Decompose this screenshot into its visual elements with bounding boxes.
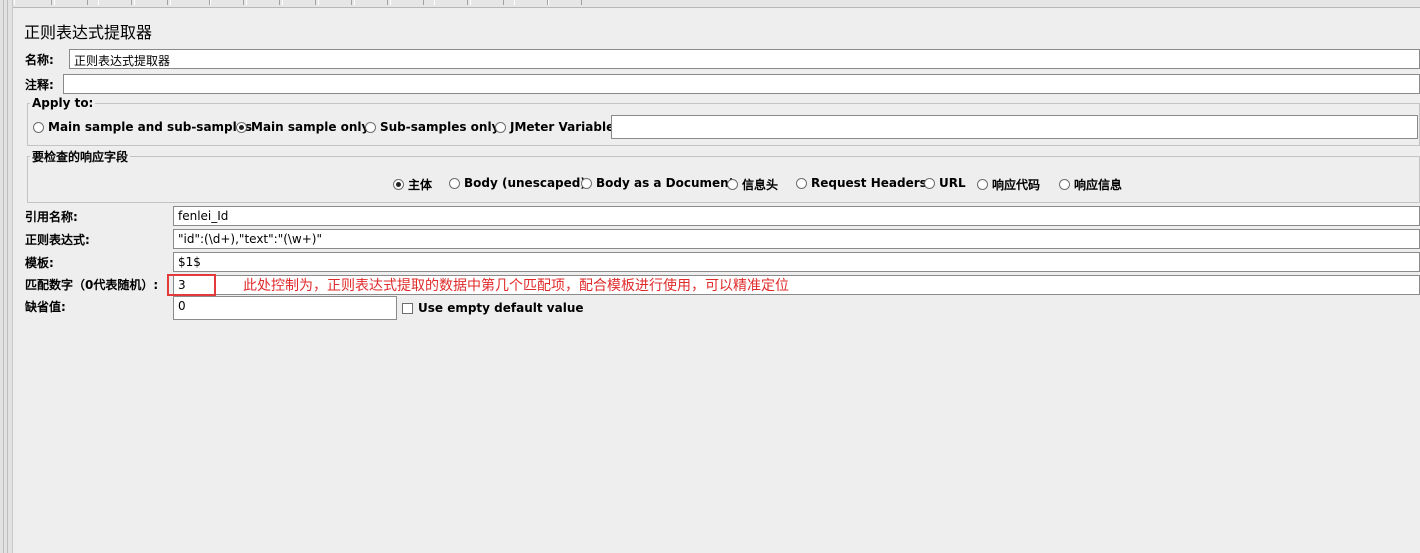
radio-request-headers[interactable]: Request Headers (796, 176, 927, 190)
toolbar-button[interactable] (246, 0, 280, 5)
radio-indicator (495, 121, 506, 133)
radio-indicator (977, 179, 988, 190)
toolbar-button[interactable] (170, 0, 210, 5)
default-value-input[interactable]: 0 (173, 296, 397, 320)
annotation-note: 此处控制为，正则表达式提取的数据中第几个匹配项，配合模板进行使用，可以精准定位 (243, 278, 789, 294)
radio-label: Sub-samples only (380, 120, 500, 134)
radio-headers[interactable]: 信息头 (727, 176, 778, 193)
use-empty-default-checkbox[interactable]: Use empty default value (402, 301, 584, 315)
highlight-box (167, 274, 216, 296)
reference-name-input[interactable]: fenlei_Id (173, 206, 1420, 226)
regex-label: 正则表达式: (25, 233, 90, 247)
radio-label: 主体 (408, 178, 433, 192)
radio-indicator (1059, 179, 1070, 190)
splitter-handle[interactable] (0, 0, 13, 553)
radio-label: Body as a Document (596, 176, 735, 190)
radio-indicator (581, 177, 592, 189)
radio-label: JMeter Variable (510, 120, 615, 134)
toolbar-button[interactable] (54, 0, 88, 5)
toolbar-button[interactable] (318, 0, 352, 5)
reference-name-label: 引用名称: (25, 210, 78, 224)
radio-jmeter-variable[interactable]: JMeter Variable (495, 120, 614, 134)
checkbox-indicator (402, 302, 413, 314)
radio-indicator (449, 177, 460, 189)
toolbar-button[interactable] (282, 0, 316, 5)
radio-indicator (924, 177, 935, 189)
template-label: 模板: (25, 256, 54, 270)
default-value-label: 缺省值: (25, 300, 66, 314)
toolbar-button[interactable] (470, 0, 504, 5)
toolbar-button[interactable] (210, 0, 244, 5)
top-toolbar (0, 0, 1420, 8)
radio-body[interactable]: 主体 (393, 176, 432, 193)
radio-main-and-sub[interactable]: Main sample and sub-samples (33, 120, 252, 134)
template-input[interactable]: $1$ (173, 252, 1420, 272)
match-no-label: 匹配数字（0代表随机）: (25, 278, 159, 292)
name-input[interactable]: 正则表达式提取器 (69, 49, 1420, 69)
radio-response-message[interactable]: 响应信息 (1059, 176, 1122, 193)
name-label: 名称: (25, 53, 54, 67)
radio-indicator (796, 177, 807, 189)
toolbar-button[interactable] (14, 0, 52, 5)
radio-sub-only[interactable]: Sub-samples only (365, 120, 499, 134)
comment-input[interactable] (63, 74, 1420, 94)
toolbar-button[interactable] (134, 0, 168, 5)
radio-url[interactable]: URL (924, 176, 966, 190)
radio-indicator (33, 121, 44, 133)
comment-label: 注释: (25, 78, 54, 92)
radio-body-unescaped[interactable]: Body (unescaped) (449, 176, 586, 190)
toolbar-button[interactable] (354, 0, 388, 5)
radio-label: Request Headers (811, 176, 927, 190)
radio-label: 响应信息 (1074, 178, 1123, 192)
radio-label: URL (939, 176, 966, 190)
radio-indicator (727, 179, 738, 190)
radio-response-code[interactable]: 响应代码 (977, 176, 1040, 193)
radio-label: Main sample and sub-samples (48, 120, 253, 134)
jmeter-variable-input[interactable] (611, 115, 1418, 139)
response-field-legend: 要检查的响应字段 (30, 148, 131, 165)
toolbar-button[interactable] (548, 0, 582, 5)
radio-indicator (236, 121, 247, 133)
toolbar-button[interactable] (390, 0, 424, 5)
apply-to-legend: Apply to: (30, 96, 96, 110)
radio-label: Main sample only (251, 120, 370, 134)
radio-indicator (393, 179, 404, 190)
radio-label: 响应代码 (992, 178, 1041, 192)
toolbar-button[interactable] (514, 0, 548, 5)
radio-label: Body (unescaped) (464, 176, 586, 190)
regex-input[interactable]: "id":(\d+),"text":"(\w+)" (173, 229, 1420, 249)
radio-indicator (365, 121, 376, 133)
checkbox-label: Use empty default value (418, 301, 584, 315)
radio-label: 信息头 (742, 178, 779, 192)
toolbar-button[interactable] (434, 0, 468, 5)
toolbar-button[interactable] (98, 0, 132, 5)
radio-main-only[interactable]: Main sample only (236, 120, 369, 134)
panel-title: 正则表达式提取器 (24, 23, 153, 42)
radio-body-as-document[interactable]: Body as a Document (581, 176, 734, 190)
